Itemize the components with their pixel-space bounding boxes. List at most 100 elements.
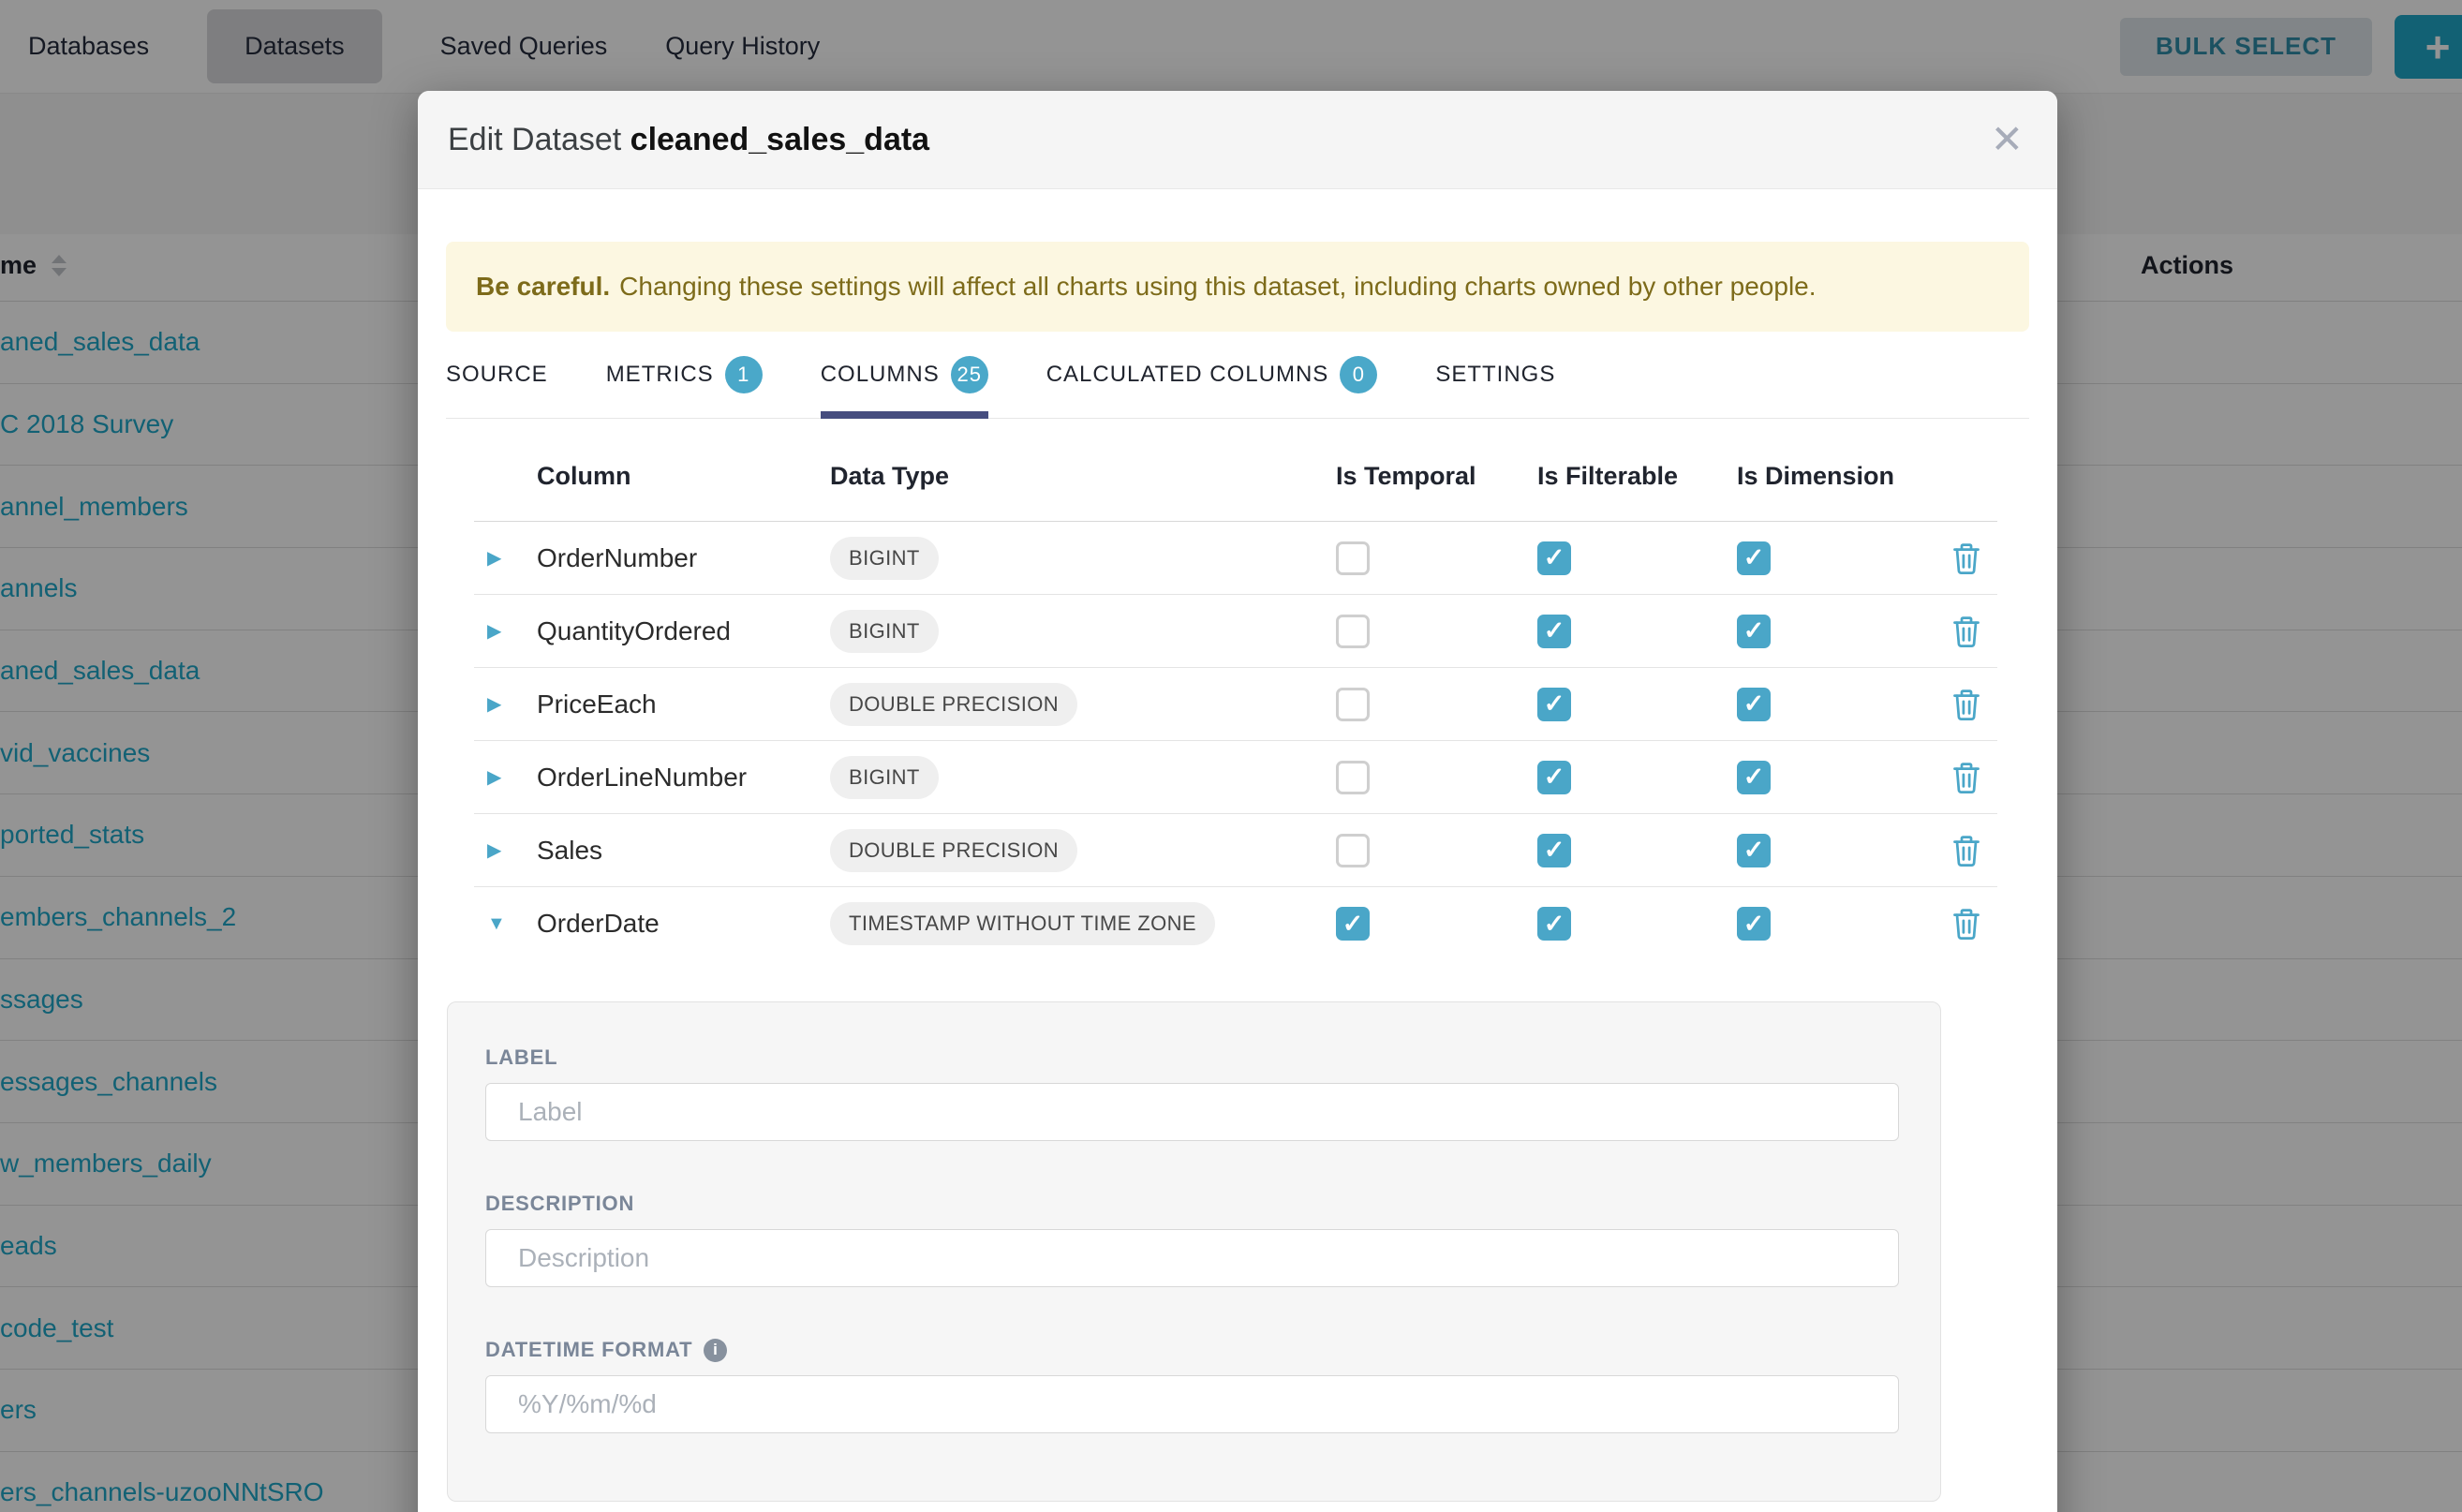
column-row: ▼ OrderDate TIMESTAMP WITHOUT TIME ZONE … xyxy=(474,887,1997,960)
calculated-columns-count-badge: 0 xyxy=(1340,356,1377,393)
modal-title: Edit Dataset cleaned_sales_data xyxy=(448,122,929,158)
data-type-pill: TIMESTAMP WITHOUT TIME ZONE xyxy=(830,902,1215,945)
is-temporal-checkbox[interactable] xyxy=(1336,761,1370,794)
trash-icon[interactable] xyxy=(1952,908,1980,940)
warning-bold: Be careful. xyxy=(476,272,610,302)
tab-calculated-columns-label: CALCULATED COLUMNS xyxy=(1046,362,1329,388)
column-type-cell: BIGINT xyxy=(830,537,1336,580)
is-temporal-checkbox[interactable]: ✓ xyxy=(1336,907,1370,941)
is-filterable-checkbox[interactable]: ✓ xyxy=(1537,541,1571,575)
is-filterable-cell: ✓ xyxy=(1537,615,1737,648)
is-dimension-checkbox[interactable]: ✓ xyxy=(1737,688,1771,721)
modal-header: Edit Dataset cleaned_sales_data ✕ xyxy=(418,91,2057,189)
column-row: ▶ Sales DOUBLE PRECISION ✓ ✓ xyxy=(474,814,1997,887)
data-type-pill: BIGINT xyxy=(830,756,939,799)
tab-settings[interactable]: SETTINGS xyxy=(1435,332,1555,418)
data-type-pill: DOUBLE PRECISION xyxy=(830,829,1077,872)
data-type-pill: BIGINT xyxy=(830,537,939,580)
expand-caret-icon[interactable]: ▶ xyxy=(474,619,537,643)
expand-caret-icon[interactable]: ▼ xyxy=(474,913,537,935)
is-temporal-header: Is Temporal xyxy=(1336,462,1537,491)
column-row: ▶ OrderLineNumber BIGINT ✓ ✓ xyxy=(474,741,1997,814)
description-input[interactable] xyxy=(485,1229,1899,1287)
warning-text: Changing these settings will affect all … xyxy=(619,272,1816,302)
is-temporal-cell xyxy=(1336,688,1537,721)
is-dimension-cell: ✓ xyxy=(1737,834,1935,867)
is-filterable-cell: ✓ xyxy=(1537,541,1737,575)
column-type-cell: BIGINT xyxy=(830,610,1336,653)
columns-table-body: ▶ OrderNumber BIGINT ✓ ✓ ▶ QuantityOrder… xyxy=(474,522,1997,960)
is-filterable-checkbox[interactable]: ✓ xyxy=(1537,834,1571,867)
is-dimension-checkbox[interactable]: ✓ xyxy=(1737,907,1771,941)
close-icon[interactable]: ✕ xyxy=(1991,120,2024,159)
datetime-format-field-label: DATETIME FORMAT i xyxy=(485,1338,1899,1362)
is-temporal-cell xyxy=(1336,761,1537,794)
column-row: ▶ OrderNumber BIGINT ✓ ✓ xyxy=(474,522,1997,595)
is-filterable-checkbox[interactable]: ✓ xyxy=(1537,761,1571,794)
is-temporal-checkbox[interactable] xyxy=(1336,688,1370,721)
trash-icon[interactable] xyxy=(1952,542,1980,574)
expand-caret-icon[interactable]: ▶ xyxy=(474,765,537,789)
data-type-pill: BIGINT xyxy=(830,610,939,653)
trash-icon[interactable] xyxy=(1952,762,1980,793)
is-dimension-checkbox[interactable]: ✓ xyxy=(1737,541,1771,575)
edit-dataset-modal: Edit Dataset cleaned_sales_data ✕ Be car… xyxy=(418,91,2057,1512)
is-dimension-checkbox[interactable]: ✓ xyxy=(1737,615,1771,648)
tab-source[interactable]: SOURCE xyxy=(446,332,548,418)
label-input[interactable] xyxy=(485,1083,1899,1141)
is-dimension-cell: ✓ xyxy=(1737,688,1935,721)
expand-caret-icon[interactable]: ▶ xyxy=(474,838,537,862)
column-type-cell: DOUBLE PRECISION xyxy=(830,829,1336,872)
column-name: Sales xyxy=(537,836,830,866)
datetime-format-label-text: DATETIME FORMAT xyxy=(485,1338,692,1362)
is-temporal-cell xyxy=(1336,541,1537,575)
column-type-cell: TIMESTAMP WITHOUT TIME ZONE xyxy=(830,902,1336,945)
column-name: OrderDate xyxy=(537,909,830,939)
expand-caret-icon[interactable]: ▶ xyxy=(474,546,537,570)
is-filterable-cell: ✓ xyxy=(1537,761,1737,794)
is-filterable-cell: ✓ xyxy=(1537,907,1737,941)
tab-metrics[interactable]: METRICS 1 xyxy=(606,332,763,418)
is-temporal-checkbox[interactable] xyxy=(1336,615,1370,648)
info-icon[interactable]: i xyxy=(704,1339,727,1362)
is-temporal-cell xyxy=(1336,834,1537,867)
is-filterable-header: Is Filterable xyxy=(1537,462,1737,491)
is-filterable-checkbox[interactable]: ✓ xyxy=(1537,688,1571,721)
column-name: PriceEach xyxy=(537,689,830,719)
trash-icon[interactable] xyxy=(1952,615,1980,647)
is-dimension-cell: ✓ xyxy=(1737,907,1935,941)
is-filterable-checkbox[interactable]: ✓ xyxy=(1537,615,1571,648)
tab-source-label: SOURCE xyxy=(446,362,548,388)
is-dimension-header: Is Dimension xyxy=(1737,462,1935,491)
tab-metrics-label: METRICS xyxy=(606,362,714,388)
modal-title-prefix: Edit Dataset xyxy=(448,122,630,157)
is-filterable-cell: ✓ xyxy=(1537,688,1737,721)
delete-cell xyxy=(1935,762,1997,793)
data-type-pill: DOUBLE PRECISION xyxy=(830,683,1077,726)
columns-count-badge: 25 xyxy=(951,356,988,393)
datetime-format-input[interactable] xyxy=(485,1375,1899,1433)
column-header: Column xyxy=(537,462,830,491)
expand-caret-icon[interactable]: ▶ xyxy=(474,692,537,716)
is-dimension-checkbox[interactable]: ✓ xyxy=(1737,834,1771,867)
trash-icon[interactable] xyxy=(1952,689,1980,720)
tab-settings-label: SETTINGS xyxy=(1435,362,1555,388)
column-detail-panel: LABEL DESCRIPTION DATETIME FORMAT i xyxy=(447,1001,1941,1502)
modal-body: Be careful. Changing these settings will… xyxy=(418,242,2057,1512)
delete-cell xyxy=(1935,689,1997,720)
tab-calculated-columns[interactable]: CALCULATED COLUMNS 0 xyxy=(1046,332,1378,418)
column-name: OrderLineNumber xyxy=(537,763,830,793)
column-row: ▶ QuantityOrdered BIGINT ✓ ✓ xyxy=(474,595,1997,668)
is-temporal-checkbox[interactable] xyxy=(1336,541,1370,575)
trash-icon[interactable] xyxy=(1952,835,1980,867)
is-dimension-checkbox[interactable]: ✓ xyxy=(1737,761,1771,794)
column-type-cell: BIGINT xyxy=(830,756,1336,799)
is-dimension-cell: ✓ xyxy=(1737,761,1935,794)
column-row: ▶ PriceEach DOUBLE PRECISION ✓ ✓ xyxy=(474,668,1997,741)
is-temporal-checkbox[interactable] xyxy=(1336,834,1370,867)
tab-columns[interactable]: COLUMNS 25 xyxy=(821,332,988,418)
is-filterable-checkbox[interactable]: ✓ xyxy=(1537,907,1571,941)
is-dimension-cell: ✓ xyxy=(1737,615,1935,648)
delete-cell xyxy=(1935,835,1997,867)
is-temporal-cell xyxy=(1336,615,1537,648)
